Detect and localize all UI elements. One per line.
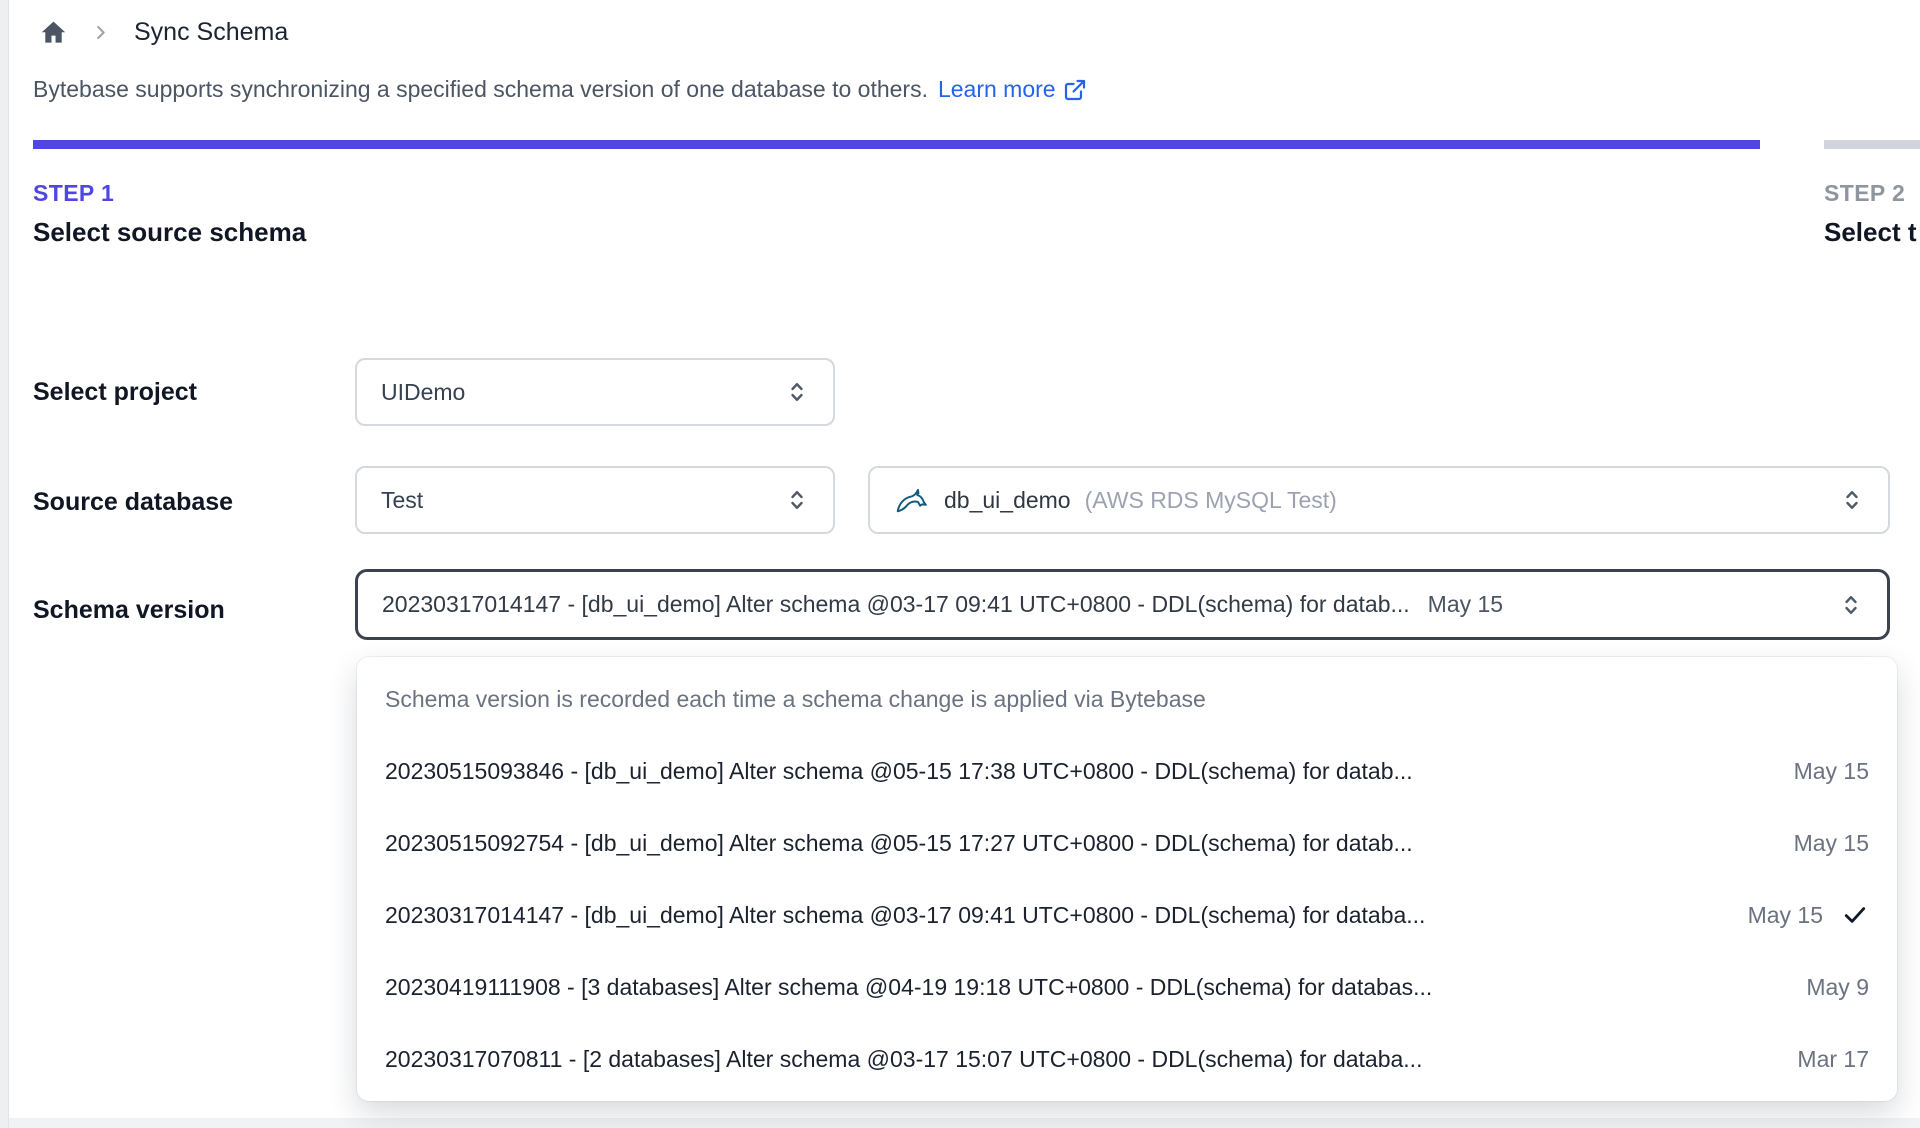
schema-version-label: Schema version xyxy=(33,596,225,624)
version-option-date: May 9 xyxy=(1806,973,1869,1000)
environment-select-value: Test xyxy=(381,486,424,513)
database-select-detail: (AWS RDS MySQL Test) xyxy=(1084,486,1337,513)
database-select[interactable]: db_ui_demo (AWS RDS MySQL Test) xyxy=(868,466,1890,534)
select-project-label: Select project xyxy=(33,378,197,406)
project-select-value: UIDemo xyxy=(381,378,466,405)
page-description: Bytebase supports synchronizing a specif… xyxy=(33,76,1087,103)
external-link-icon xyxy=(1063,78,1087,102)
version-option-text: 20230515093846 - [db_ui_demo] Alter sche… xyxy=(385,757,1413,784)
home-icon[interactable] xyxy=(40,19,67,46)
step-2-label: STEP 2 xyxy=(1824,180,1906,206)
step-2-title: Select t xyxy=(1824,217,1917,247)
version-option-date: Mar 17 xyxy=(1797,1045,1869,1072)
step-1-header: STEP 1 Select source schema xyxy=(33,180,306,248)
step-1-label: STEP 1 xyxy=(33,180,115,206)
page-title: Sync Schema xyxy=(134,18,289,46)
schema-version-select-date: May 15 xyxy=(1427,591,1504,617)
version-option-text: 20230515092754 - [db_ui_demo] Alter sche… xyxy=(385,829,1413,856)
version-option[interactable]: 20230515092754 - [db_ui_demo] Alter sche… xyxy=(357,807,1897,879)
version-option[interactable]: 20230317070811 - [2 databases] Alter sch… xyxy=(357,1023,1897,1095)
description-text: Bytebase supports synchronizing a specif… xyxy=(33,76,928,102)
bottom-edge-strip xyxy=(9,1118,1920,1128)
step-1-title: Select source schema xyxy=(33,217,307,247)
dropdown-hint-text: Schema version is recorded each time a s… xyxy=(385,685,1206,712)
environment-select[interactable]: Test xyxy=(355,466,835,534)
version-option-date: May 15 xyxy=(1793,829,1869,856)
source-database-label: Source database xyxy=(33,488,234,516)
check-icon xyxy=(1841,901,1869,929)
version-option-text: 20230317070811 - [2 databases] Alter sch… xyxy=(385,1045,1423,1072)
updown-chevrons-icon xyxy=(1840,488,1864,512)
updown-chevrons-icon xyxy=(785,380,809,404)
project-select[interactable]: UIDemo xyxy=(355,358,835,426)
schema-version-dropdown: Schema version is recorded each time a s… xyxy=(357,657,1897,1101)
database-select-name: db_ui_demo xyxy=(944,486,1071,513)
version-option-date: May 15 xyxy=(1793,757,1869,784)
left-edge-strip xyxy=(0,0,9,1128)
version-option-date: May 15 xyxy=(1747,901,1823,928)
updown-chevrons-icon xyxy=(785,488,809,512)
version-option-text: 20230419111908 - [3 databases] Alter sch… xyxy=(385,973,1433,1000)
updown-chevrons-icon xyxy=(1839,593,1863,617)
learn-more-label[interactable]: Learn more xyxy=(938,76,1056,103)
schema-version-select[interactable]: 20230317014147 - [db_ui_demo] Alter sche… xyxy=(355,569,1890,640)
chevron-right-icon xyxy=(91,23,110,42)
step-2-header: STEP 2 Select t xyxy=(1824,180,1920,248)
version-option-selected[interactable]: 20230317014147 - [db_ui_demo] Alter sche… xyxy=(357,879,1897,951)
breadcrumb: Sync Schema xyxy=(40,18,288,47)
version-option[interactable]: 20230515093846 - [db_ui_demo] Alter sche… xyxy=(357,735,1897,807)
mysql-dolphin-icon xyxy=(894,482,930,518)
step1-progress-bar xyxy=(33,140,1760,149)
step2-progress-bar xyxy=(1824,140,1920,149)
dropdown-hint: Schema version is recorded each time a s… xyxy=(357,663,1897,735)
version-option-text: 20230317014147 - [db_ui_demo] Alter sche… xyxy=(385,901,1426,928)
version-option[interactable]: 20230419111908 - [3 databases] Alter sch… xyxy=(357,951,1897,1023)
schema-version-select-value: 20230317014147 - [db_ui_demo] Alter sche… xyxy=(382,591,1410,617)
learn-more-link[interactable]: Learn more xyxy=(938,76,1087,103)
